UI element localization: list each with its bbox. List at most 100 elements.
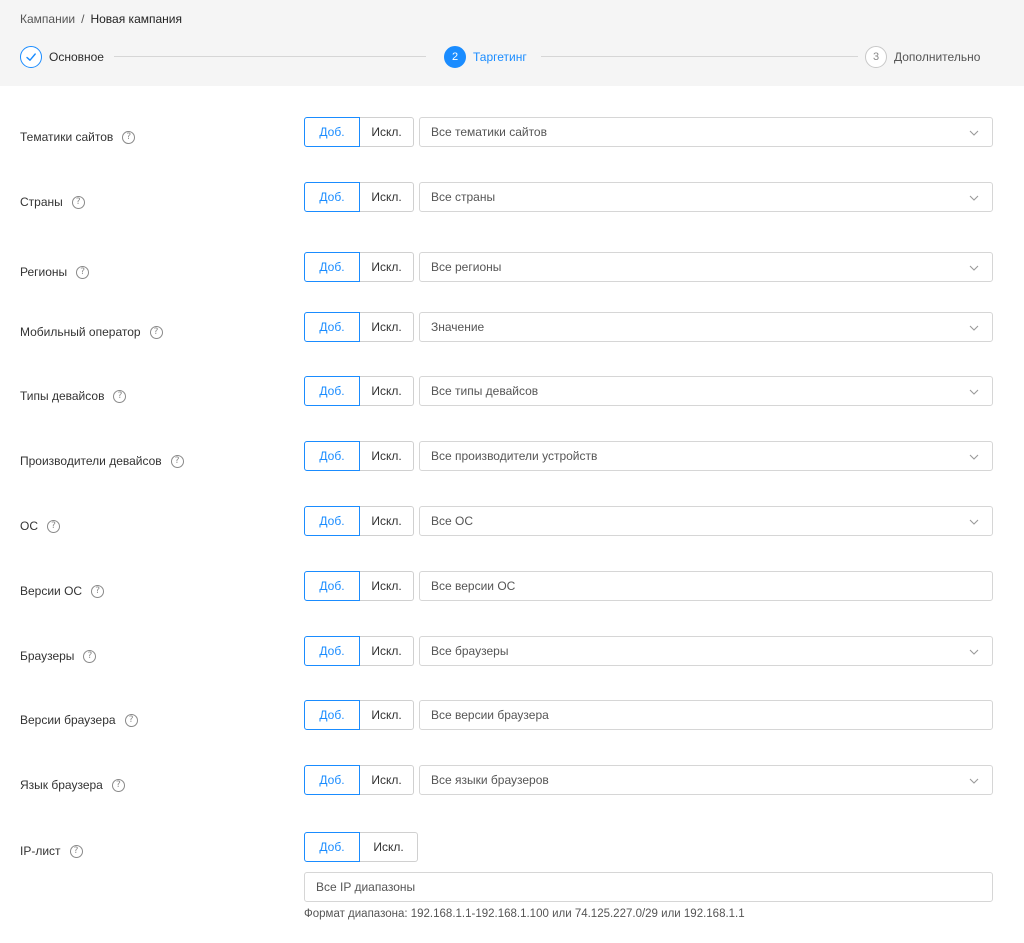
chevron-down-icon bbox=[969, 649, 979, 655]
row-label-text: Регионы bbox=[20, 265, 68, 279]
field-value: Все ОС bbox=[431, 514, 474, 528]
row-9-input[interactable]: Все версии браузера bbox=[419, 700, 993, 730]
step-targeting-number: 2 bbox=[444, 46, 466, 68]
exclude-button[interactable]: Искл. bbox=[360, 252, 414, 282]
add-button[interactable]: Доб. bbox=[304, 117, 360, 147]
add-button[interactable]: Доб. bbox=[304, 376, 360, 406]
row-10-select[interactable]: Все языки браузеров bbox=[419, 765, 993, 795]
row-7-input[interactable]: Все версии ОС bbox=[419, 571, 993, 601]
chevron-down-icon bbox=[969, 265, 979, 271]
add-button[interactable]: Доб. bbox=[304, 765, 360, 795]
breadcrumb-current: Новая кампания bbox=[90, 12, 182, 26]
step-additional[interactable]: 3 Дополнительно bbox=[865, 45, 981, 69]
row-label-text: Типы девайсов bbox=[20, 389, 105, 403]
exclude-button[interactable]: Искл. bbox=[360, 832, 418, 862]
step-targeting[interactable]: 2 Таргетинг bbox=[444, 45, 527, 69]
field-value: Все типы девайсов bbox=[431, 384, 539, 398]
add-button[interactable]: Доб. bbox=[304, 312, 360, 342]
question-circle-icon[interactable]: ? bbox=[69, 844, 83, 858]
exclude-button[interactable]: Искл. bbox=[360, 765, 414, 795]
step-additional-number: 3 bbox=[865, 46, 887, 68]
row-6-select[interactable]: Все ОС bbox=[419, 506, 993, 536]
ip-list-value: Все IP диапазоны bbox=[316, 880, 416, 894]
row-5-select[interactable]: Все производители устройств bbox=[419, 441, 993, 471]
ip-list-label: IP-лист ? bbox=[20, 843, 83, 859]
row-5-toggle: Доб. Искл. bbox=[304, 441, 414, 471]
row-label-text: Мобильный оператор bbox=[20, 325, 141, 339]
row-1-select[interactable]: Все страны bbox=[419, 182, 993, 212]
row-3-select[interactable]: Значение bbox=[419, 312, 993, 342]
exclude-button[interactable]: Искл. bbox=[360, 571, 414, 601]
exclude-button[interactable]: Искл. bbox=[360, 636, 414, 666]
add-button[interactable]: Доб. bbox=[304, 636, 360, 666]
row-label-text: Версии браузера bbox=[20, 713, 116, 727]
add-button[interactable]: Доб. bbox=[304, 832, 360, 862]
step-additional-label: Дополнительно bbox=[894, 50, 981, 64]
row-8-toggle: Доб. Искл. bbox=[304, 636, 414, 666]
field-value: Все регионы bbox=[431, 260, 502, 274]
add-button[interactable]: Доб. bbox=[304, 571, 360, 601]
question-circle-icon[interactable]: ? bbox=[124, 713, 138, 727]
row-2-label: Регионы? bbox=[20, 264, 90, 280]
row-8-select[interactable]: Все браузеры bbox=[419, 636, 993, 666]
check-icon bbox=[20, 46, 42, 68]
row-label-text: Тематики сайтов bbox=[20, 130, 114, 144]
row-label-text: Производители девайсов bbox=[20, 454, 162, 468]
step-basic[interactable]: Основное bbox=[20, 45, 104, 69]
row-0-select[interactable]: Все тематики сайтов bbox=[419, 117, 993, 147]
row-label-text: Страны bbox=[20, 195, 63, 209]
exclude-button[interactable]: Искл. bbox=[360, 312, 414, 342]
row-9-label: Версии браузера? bbox=[20, 712, 138, 728]
row-4-select[interactable]: Все типы девайсов bbox=[419, 376, 993, 406]
field-value: Все страны bbox=[431, 190, 496, 204]
question-circle-icon[interactable]: ? bbox=[71, 195, 85, 209]
row-3-toggle: Доб. Искл. bbox=[304, 312, 414, 342]
row-9-toggle: Доб. Искл. bbox=[304, 700, 414, 730]
exclude-button[interactable]: Искл. bbox=[360, 117, 414, 147]
question-circle-icon[interactable]: ? bbox=[76, 265, 90, 279]
add-button[interactable]: Доб. bbox=[304, 700, 360, 730]
row-2-select[interactable]: Все регионы bbox=[419, 252, 993, 282]
question-circle-icon[interactable]: ? bbox=[170, 454, 184, 468]
question-circle-icon[interactable]: ? bbox=[113, 389, 127, 403]
add-button[interactable]: Доб. bbox=[304, 252, 360, 282]
question-circle-icon[interactable]: ? bbox=[122, 130, 136, 144]
row-label-text: ОС bbox=[20, 519, 38, 533]
row-6-label: ОС? bbox=[20, 518, 60, 534]
field-value: Значение bbox=[431, 320, 485, 334]
field-value: Все производители устройств bbox=[431, 449, 598, 463]
add-button[interactable]: Доб. bbox=[304, 441, 360, 471]
row-label-text: Версии ОС bbox=[20, 584, 83, 598]
row-10-toggle: Доб. Искл. bbox=[304, 765, 414, 795]
row-1-toggle: Доб. Искл. bbox=[304, 182, 414, 212]
exclude-button[interactable]: Искл. bbox=[360, 506, 414, 536]
row-label-text: Язык браузера bbox=[20, 778, 103, 792]
question-circle-icon[interactable]: ? bbox=[83, 649, 97, 663]
exclude-button[interactable]: Искл. bbox=[360, 700, 414, 730]
row-4-label: Типы девайсов? bbox=[20, 388, 127, 404]
breadcrumb-parent-link[interactable]: Кампании bbox=[20, 12, 75, 26]
breadcrumb-separator: / bbox=[81, 12, 85, 26]
question-circle-icon[interactable]: ? bbox=[47, 519, 60, 533]
add-button[interactable]: Доб. bbox=[304, 506, 360, 536]
row-7-label: Версии ОС? bbox=[20, 583, 105, 599]
row-6-toggle: Доб. Искл. bbox=[304, 506, 414, 536]
add-button[interactable]: Доб. bbox=[304, 182, 360, 212]
ip-list-toggle: Доб. Искл. bbox=[304, 832, 418, 862]
row-7-toggle: Доб. Искл. bbox=[304, 571, 414, 601]
field-value: Все версии ОС bbox=[431, 579, 516, 593]
question-circle-icon[interactable]: ? bbox=[149, 325, 163, 339]
row-0-toggle: Доб. Искл. bbox=[304, 117, 414, 147]
step-connector bbox=[114, 56, 426, 57]
question-circle-icon[interactable]: ? bbox=[91, 584, 105, 598]
ip-list-input[interactable]: Все IP диапазоны bbox=[304, 872, 993, 902]
exclude-button[interactable]: Искл. bbox=[360, 441, 414, 471]
row-0-label: Тематики сайтов? bbox=[20, 129, 136, 145]
chevron-down-icon bbox=[969, 195, 979, 201]
question-circle-icon[interactable]: ? bbox=[111, 778, 125, 792]
exclude-button[interactable]: Искл. bbox=[360, 376, 414, 406]
exclude-button[interactable]: Искл. bbox=[360, 182, 414, 212]
row-10-label: Язык браузера? bbox=[20, 777, 125, 793]
row-4-toggle: Доб. Искл. bbox=[304, 376, 414, 406]
breadcrumb: Кампании / Новая кампания bbox=[20, 12, 182, 26]
